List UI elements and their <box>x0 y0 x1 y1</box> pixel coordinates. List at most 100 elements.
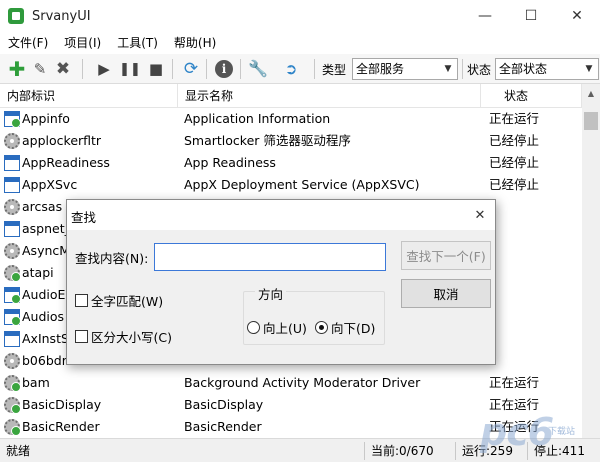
cell-name: Background Activity Moderator Driver <box>184 375 421 390</box>
service-window-icon <box>4 155 20 171</box>
stop-button[interactable]: ■ <box>145 58 167 80</box>
menu-tools[interactable]: 工具(T) <box>109 32 166 54</box>
menu-file[interactable]: 文件(F) <box>0 32 56 54</box>
column-header-status[interactable]: 状态 <box>481 84 582 108</box>
refresh-button[interactable]: ⟳ <box>180 58 202 80</box>
whole-word-checkbox[interactable]: 全字匹配(W) <box>75 291 163 310</box>
find-input[interactable] <box>154 243 386 271</box>
status-select[interactable]: 全部状态 ▼ <box>495 58 599 80</box>
whole-word-label: 全字匹配(W) <box>91 294 164 309</box>
info-icon: i <box>215 60 233 78</box>
match-case-label: 区分大小写(C) <box>91 330 172 345</box>
pause-icon: ❚❚ <box>119 61 141 77</box>
list-header: 内部标识 显示名称 状态 <box>0 84 582 108</box>
direction-up-label: 向上(U) <box>263 321 307 336</box>
match-case-checkbox[interactable]: 区分大小写(C) <box>75 327 172 346</box>
close-button[interactable]: ✕ <box>554 0 600 32</box>
info-button[interactable]: i <box>213 58 235 80</box>
table-row[interactable]: AppXSvc AppX Deployment Service (AppXSVC)… <box>0 174 582 196</box>
window-title: SrvanyUI <box>32 8 91 24</box>
scroll-thumb[interactable] <box>584 112 598 130</box>
watermark-subtext: 下载站 <box>548 427 576 437</box>
cell-name: BasicRender <box>184 419 262 434</box>
service-gear-icon <box>4 375 21 392</box>
status-ready: 就绪 <box>6 444 31 458</box>
add-button[interactable]: ✚ <box>6 58 28 80</box>
cell-id: BasicRender <box>22 419 100 434</box>
service-window-icon <box>4 309 21 326</box>
toolbar-separator <box>206 59 207 79</box>
cell-id: bam <box>22 375 50 390</box>
service-gear-icon <box>4 397 21 414</box>
cell-status: 正在运行 <box>489 375 540 390</box>
checkbox-box[interactable] <box>75 294 88 307</box>
service-window-icon <box>4 221 20 237</box>
radio-button[interactable] <box>247 321 260 334</box>
play-icon: ▶ <box>98 59 110 78</box>
edit-button[interactable]: ✎ <box>29 58 51 80</box>
exit-button[interactable]: ➲ <box>280 58 302 80</box>
start-button[interactable]: ▶ <box>93 58 115 80</box>
table-row[interactable]: AppReadiness App Readiness 已经停止 <box>0 152 582 174</box>
wrench-icon: 🔧 <box>248 59 268 78</box>
cell-id: BasicDisplay <box>22 397 102 412</box>
table-row[interactable]: Appinfo Application Information 正在运行 <box>0 108 582 130</box>
exit-icon: ➲ <box>284 59 298 78</box>
cell-status: 已经停止 <box>489 155 540 170</box>
minimize-icon: — <box>478 8 492 24</box>
settings-button[interactable]: 🔧 <box>247 58 269 80</box>
type-select-value: 全部服务 <box>356 62 405 76</box>
cell-status <box>489 284 579 306</box>
table-row[interactable]: applockerfltr Smartlocker 筛选器驱动程序 已经停止 <box>0 130 582 152</box>
maximize-icon: ☐ <box>524 8 538 24</box>
cell-status <box>489 328 579 350</box>
cancel-button[interactable]: 取消 <box>401 279 491 308</box>
dialog-close-button[interactable]: ✕ <box>469 204 491 226</box>
cell-status <box>489 196 579 218</box>
direction-legend: 方向 <box>255 284 287 303</box>
minimize-button[interactable]: — <box>462 0 508 32</box>
pause-button[interactable]: ❚❚ <box>119 58 141 80</box>
menu-item[interactable]: 项目(I) <box>56 32 109 54</box>
cell-status <box>489 306 579 328</box>
watermark-logo: pc6 <box>480 410 554 454</box>
find-next-button[interactable]: 查找下一个(F) <box>401 241 491 270</box>
title-bar: SrvanyUI — ☐ ✕ <box>0 0 600 32</box>
service-gear-icon <box>4 265 21 282</box>
service-window-icon <box>4 287 21 304</box>
cell-id: applockerfltr <box>22 133 102 148</box>
close-icon: ✕ <box>474 207 486 223</box>
toolbar-separator <box>462 59 463 79</box>
column-header-name[interactable]: 显示名称 <box>178 84 481 108</box>
status-separator <box>364 442 365 460</box>
cell-status <box>489 262 579 284</box>
delete-button[interactable]: ✖ <box>52 58 74 80</box>
toolbar-separator <box>240 59 241 79</box>
maximize-button[interactable]: ☐ <box>508 0 554 32</box>
service-window-icon <box>4 331 20 347</box>
cell-id: AppXSvc <box>22 177 78 192</box>
toolbar-separator <box>172 59 173 79</box>
app-window: SrvanyUI — ☐ ✕ 文件(F) 项目(I) 工具(T) 帮助(H) ✚… <box>0 0 600 462</box>
direction-down-radio[interactable]: 向下(D) <box>315 318 375 337</box>
scroll-up-icon[interactable]: ▲ <box>582 84 600 102</box>
type-label: 类型 <box>322 63 347 77</box>
service-window-icon <box>4 111 21 128</box>
radio-button[interactable] <box>315 321 328 334</box>
cell-name: AppX Deployment Service (AppXSVC) <box>184 177 420 192</box>
direction-up-radio[interactable]: 向上(U) <box>247 318 307 337</box>
stop-icon: ■ <box>148 59 164 78</box>
service-gear-icon <box>4 199 20 215</box>
vertical-scrollbar[interactable]: ▲ <box>582 84 600 438</box>
menu-bar: 文件(F) 项目(I) 工具(T) 帮助(H) <box>0 32 600 54</box>
find-dialog: 查找 ✕ 查找内容(N): 查找下一个(F) 取消 全字匹配(W) 区分大小写(… <box>66 199 496 365</box>
refresh-icon: ⟳ <box>183 58 199 79</box>
cell-id: AppReadiness <box>22 155 110 170</box>
dialog-title-bar: 查找 ✕ <box>67 200 495 230</box>
column-header-id[interactable]: 内部标识 <box>0 84 178 108</box>
table-row[interactable]: bam Background Activity Moderator Driver 正… <box>0 372 582 394</box>
type-select[interactable]: 全部服务 ▼ <box>352 58 458 80</box>
find-label: 查找内容(N): <box>75 251 149 266</box>
checkbox-box[interactable] <box>75 330 88 343</box>
menu-help[interactable]: 帮助(H) <box>166 32 224 54</box>
